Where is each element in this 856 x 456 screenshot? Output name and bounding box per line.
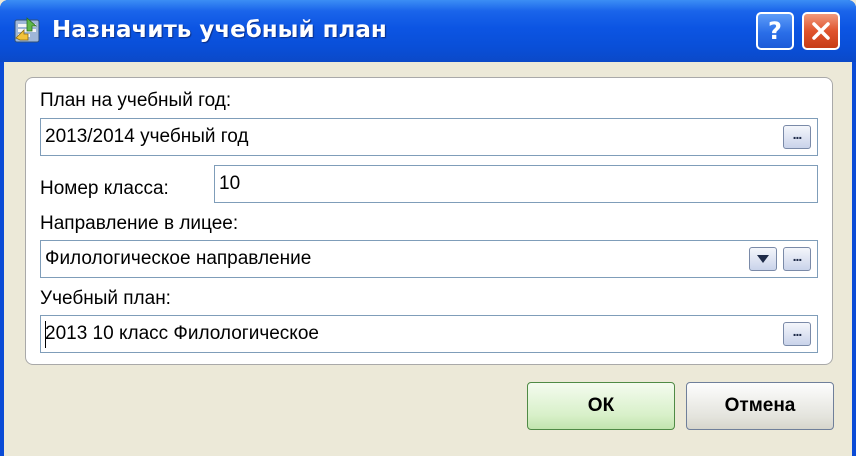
cancel-button[interactable]: Отмена bbox=[686, 382, 834, 430]
ok-button[interactable]: ОК bbox=[527, 382, 675, 430]
direction-label: Направление в лицее: bbox=[40, 213, 239, 234]
window-title: Назначить учебный план bbox=[52, 17, 387, 43]
direction-value: Филологическое направление bbox=[45, 248, 312, 269]
ellipsis-icon: ... bbox=[792, 126, 803, 142]
curriculum-value: 2013 10 класс Филологическое bbox=[45, 323, 319, 344]
chevron-down-icon bbox=[757, 255, 769, 263]
curriculum-field[interactable]: 2013 10 класс Филологическое ... bbox=[40, 315, 818, 353]
curriculum-label: Учебный план: bbox=[40, 288, 171, 309]
close-x-icon bbox=[812, 22, 830, 40]
form-panel: План на учебный год: 2013/2014 учебный г… bbox=[25, 77, 833, 365]
direction-dropdown-button[interactable] bbox=[749, 247, 777, 271]
plan-year-browse-button[interactable]: ... bbox=[783, 125, 811, 149]
class-number-label: Номер класса: bbox=[40, 178, 169, 199]
close-button[interactable] bbox=[802, 12, 840, 50]
app-icon bbox=[14, 17, 40, 43]
dialog-window: Назначить учебный план ? План на учебный… bbox=[0, 0, 856, 456]
question-icon: ? bbox=[768, 17, 782, 45]
plan-year-value: 2013/2014 учебный год bbox=[45, 126, 249, 147]
dialog-body: План на учебный год: 2013/2014 учебный г… bbox=[4, 62, 852, 456]
ellipsis-icon: ... bbox=[792, 323, 803, 339]
class-number-value: 10 bbox=[219, 173, 241, 194]
direction-browse-button[interactable]: ... bbox=[783, 247, 811, 271]
direction-combobox[interactable]: Филологическое направление ... bbox=[40, 240, 818, 278]
help-button[interactable]: ? bbox=[756, 12, 794, 50]
class-number-input[interactable]: 10 bbox=[214, 165, 818, 203]
curriculum-browse-button[interactable]: ... bbox=[783, 322, 811, 346]
plan-year-field[interactable]: 2013/2014 учебный год ... bbox=[40, 118, 818, 156]
ellipsis-icon: ... bbox=[792, 248, 803, 264]
title-bar[interactable]: Назначить учебный план ? bbox=[0, 0, 856, 62]
plan-year-label: План на учебный год: bbox=[40, 90, 232, 111]
